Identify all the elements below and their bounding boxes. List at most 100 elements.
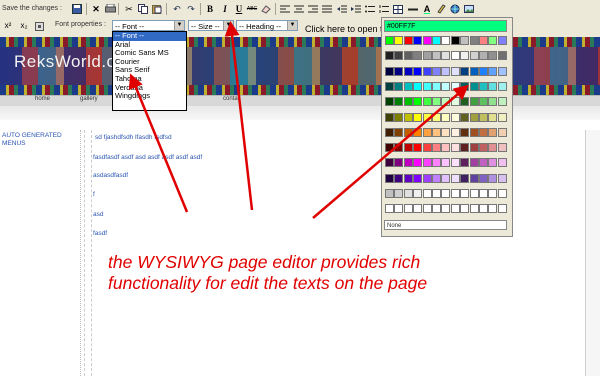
color-swatch[interactable] [413,173,423,183]
hr-icon[interactable] [407,3,419,15]
color-swatch[interactable] [422,158,432,168]
indent-icon[interactable] [350,3,362,15]
save-icon[interactable] [71,3,83,15]
color-swatch[interactable] [413,204,423,214]
image-icon[interactable] [463,3,475,15]
color-swatch[interactable] [403,158,413,168]
color-swatch[interactable] [469,36,479,45]
redo-icon[interactable]: ↷ [185,3,197,15]
color-swatch[interactable] [488,189,498,198]
color-swatch[interactable] [441,51,451,61]
color-swatch[interactable] [441,204,451,214]
color-swatch[interactable] [479,143,488,153]
color-swatch[interactable] [413,36,423,45]
outdent-icon[interactable] [336,3,348,15]
no-color-button[interactable]: None [384,220,507,230]
strikethrough-button[interactable]: ABC [246,3,258,15]
content-line[interactable]: fasdf [93,230,107,237]
color-swatch[interactable] [432,143,441,153]
color-swatch[interactable] [432,66,441,76]
color-swatch[interactable] [460,36,470,45]
color-swatch[interactable] [450,173,460,183]
color-swatch[interactable] [394,204,404,214]
color-swatch[interactable] [469,173,479,183]
color-swatch[interactable] [432,81,441,91]
color-swatch[interactable] [403,112,413,122]
color-swatch[interactable] [469,81,479,91]
color-swatch[interactable] [497,204,507,214]
color-swatch[interactable] [422,51,432,61]
content-line[interactable]: asd [93,211,103,218]
color-swatch[interactable] [488,66,498,76]
color-swatch[interactable] [450,143,460,153]
color-swatch[interactable] [469,66,479,76]
color-swatch[interactable] [479,51,488,61]
color-swatch[interactable] [441,189,451,198]
color-swatch[interactable] [432,127,441,137]
align-left-icon[interactable] [279,3,291,15]
link-icon[interactable] [449,3,461,15]
content-line[interactable]: asdasdfasdf [93,172,128,179]
color-swatch[interactable] [422,127,432,137]
color-swatch[interactable] [385,36,394,45]
color-swatch[interactable] [469,51,479,61]
color-swatch[interactable] [403,189,413,198]
color-swatch[interactable] [479,173,488,183]
color-swatch[interactable] [422,112,432,122]
content-line[interactable]: sd fjashdfsdh lfasdh fsdfsd [95,134,172,141]
color-swatch[interactable] [413,81,423,91]
color-swatch[interactable] [441,127,451,137]
color-swatch[interactable] [422,66,432,76]
color-swatch[interactable] [479,158,488,168]
color-swatch[interactable] [394,51,404,61]
color-swatch[interactable] [488,173,498,183]
color-swatch[interactable] [460,173,470,183]
color-swatch[interactable] [497,143,507,153]
color-swatch[interactable] [460,66,470,76]
nav-contact[interactable]: conta [223,96,238,102]
color-swatch[interactable] [441,81,451,91]
color-swatch[interactable] [488,51,498,61]
color-swatch[interactable] [497,112,507,122]
color-swatch[interactable] [450,112,460,122]
color-swatch[interactable] [469,112,479,122]
color-swatch[interactable] [413,189,423,198]
color-swatch[interactable] [469,127,479,137]
superscript-button[interactable]: x² [2,20,14,32]
color-swatch[interactable] [460,51,470,61]
color-swatch[interactable] [394,143,404,153]
color-swatch[interactable] [394,127,404,137]
color-swatch[interactable] [450,204,460,214]
color-swatch[interactable] [441,66,451,76]
color-swatch[interactable] [394,158,404,168]
font-select[interactable]: -- Font -- ▼ [112,20,185,31]
color-swatch[interactable] [385,158,394,168]
color-swatch[interactable] [413,143,423,153]
color-swatch[interactable] [479,36,488,45]
color-swatch[interactable] [403,81,413,91]
numbered-list-icon[interactable] [378,3,390,15]
content-line[interactable]: f [93,191,95,198]
color-swatch[interactable] [469,143,479,153]
color-swatch[interactable] [450,158,460,168]
color-swatch[interactable] [497,158,507,168]
color-swatch[interactable] [469,204,479,214]
color-swatch[interactable] [460,204,470,214]
color-swatch[interactable] [497,66,507,76]
special-char-icon[interactable] [33,20,45,32]
color-swatch[interactable] [422,143,432,153]
font-option[interactable]: Wingdings [113,92,186,101]
color-swatch[interactable] [479,97,488,107]
color-swatch[interactable] [403,97,413,107]
color-swatch[interactable] [394,189,404,198]
color-swatch[interactable] [441,158,451,168]
color-swatch[interactable] [432,189,441,198]
open-link[interactable]: Click here to open t [305,24,383,34]
color-swatch[interactable] [413,112,423,122]
italic-button[interactable]: I [219,3,231,15]
color-swatch[interactable] [394,66,404,76]
align-right-icon[interactable] [307,3,319,15]
color-swatch[interactable] [403,51,413,61]
color-swatch[interactable] [413,158,423,168]
eraser-icon[interactable] [260,3,272,15]
